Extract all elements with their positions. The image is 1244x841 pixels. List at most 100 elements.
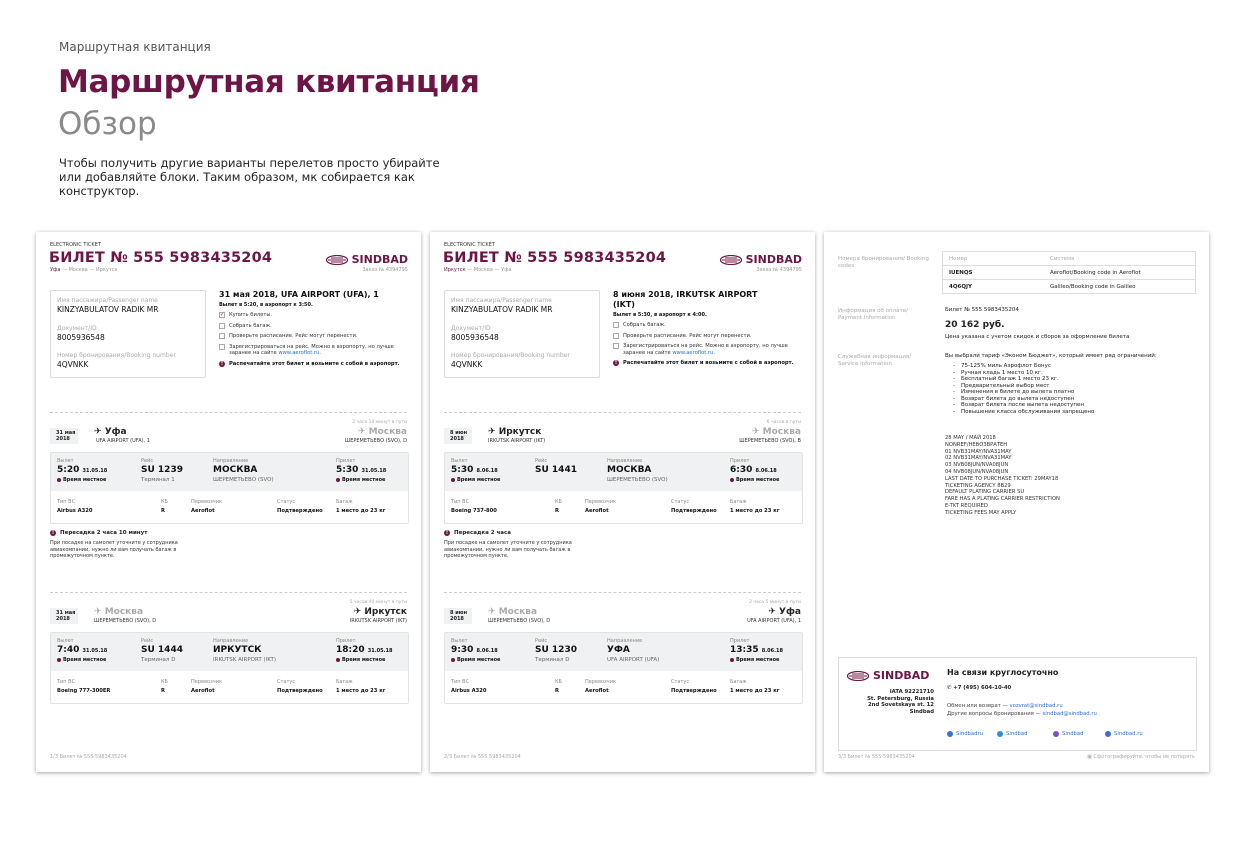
phone-number[interactable]: ✆ +7 (495) 604-10-40: [947, 685, 1011, 691]
tariff-restrictions: 75-125% миль Аэрофлот Бонус Ручная кладь…: [953, 363, 1094, 416]
photo-note: ▣ Сфотографируйте, чтобы не потерять: [1087, 754, 1195, 760]
contact-headline: На связи круглосуточно: [947, 668, 1059, 677]
electronic-ticket-label: ELECTRONIC TICKET: [50, 242, 101, 248]
checkbox[interactable]: [219, 333, 225, 339]
page-title: Маршрутная квитанция: [58, 64, 480, 100]
leg-to: ✈ Москва: [751, 427, 801, 437]
social-link-skype[interactable]: Sindbad: [997, 731, 1028, 737]
print-alert: ! Распечатайте этот билет и возьмите с со…: [219, 360, 400, 367]
aeroflot-link[interactable]: www.aeroflot.ru.: [278, 350, 321, 356]
wings-logo-icon: [847, 670, 869, 681]
ticket-number: БИЛЕТ № 555 5983435204: [49, 250, 273, 266]
skype-icon: [997, 731, 1003, 737]
todo-item[interactable]: Проверьте расписание. Рейс могут перенес…: [219, 333, 409, 340]
ticket-sheet-1: ELECTRONIC TICKET БИЛЕТ № 555 5983435204…: [36, 232, 421, 772]
social-link-website[interactable]: Sindbad.ru: [1105, 731, 1143, 737]
alert-icon: !: [50, 530, 56, 536]
plane-takeoff-icon: ✈: [94, 607, 105, 617]
alert-icon: !: [613, 360, 619, 366]
plane-takeoff-icon: ✈: [488, 427, 499, 437]
passenger-name: KINZYABULATOV RADIK MR: [451, 305, 553, 314]
leg-to: ✈ Уфа: [768, 607, 801, 617]
service-label: Служебная информация/ Service informatio…: [838, 354, 912, 367]
leg-date: 31 мая 2018: [50, 608, 78, 624]
checkbox[interactable]: [219, 322, 225, 329]
flight-segment: Вылет 5:20 31.05.18 Время местное Рейс S…: [50, 452, 409, 524]
sindbad-logo: SINDBAD: [847, 669, 929, 682]
page-footer: 1/3 Билет № 555 5983435204: [50, 754, 127, 760]
route-summary: Иркутск — Москва — Уфа: [444, 267, 512, 273]
todo-item[interactable]: Проверьте расписание. Рейс могут перенес…: [613, 332, 803, 340]
todo-item[interactable]: Зарегистрироваться на рейс. Можно в аэро…: [613, 343, 803, 356]
sindbad-logo: SINDBAD: [719, 253, 802, 266]
plane-takeoff-icon: ✈: [488, 607, 499, 617]
electronic-ticket-label: ELECTRONIC TICKET: [444, 242, 495, 248]
passenger-box: Имя пассажира/Passenger name KINZYABULAT…: [50, 290, 206, 378]
leg-date: 8 июн 2018: [444, 608, 472, 624]
todo-item[interactable]: Собрать багаж.: [219, 322, 409, 330]
table-row: 4Q6QJY Galileo/Booking code in Galileo: [943, 279, 1195, 293]
flight-segment: Вылет 7:40 31.05.18 Время местное Рейс S…: [50, 632, 409, 704]
booking-codes-label: Номера бронирования/ Booking codes: [838, 256, 929, 269]
support-email-link[interactable]: sindbad@sindbad.ru: [1043, 711, 1097, 717]
leg-from: ✈ Москва: [488, 607, 538, 617]
todo-item[interactable]: Зарегистрироваться на рейс. Можно в аэро…: [219, 343, 409, 357]
service-codes: 28 MAY / МАЙ 2018 NONREF/НЕВОЗВРАТЕН 01 …: [945, 435, 1060, 516]
checkbox[interactable]: ✓: [219, 312, 225, 318]
plane-landing-icon: ✈: [751, 427, 763, 437]
flight-segment: Вылет 9:30 8.06.18 Время местное Рейс SU…: [444, 632, 803, 704]
passenger-doc: 8005936548: [451, 333, 499, 342]
booking-codes-table: Номер Система IUENQS Aeroflot/Booking code…: [942, 251, 1196, 294]
contact-box: SINDBAD IATA 92221710 St. Petersburg, Ru…: [838, 657, 1197, 751]
info-sheet: Номера бронирования/ Booking codes Номер…: [824, 232, 1209, 772]
page-subtitle: Обзор: [58, 106, 157, 142]
passenger-doc: 8005936548: [57, 333, 105, 342]
checkbox[interactable]: [613, 332, 619, 339]
office-address: IATA 92221710 St. Petersburg, Russia 2nd…: [867, 689, 934, 715]
list-item: Повышение класса обслуживания запрещено: [953, 409, 1094, 416]
plane-takeoff-icon: ✈: [94, 427, 105, 437]
todo-item[interactable]: Собрать багаж.: [613, 322, 803, 329]
refund-email-link[interactable]: vozvrat@sindbad.ru: [1009, 703, 1062, 709]
leg-from: ✈ Уфа: [94, 427, 127, 437]
breadcrumb: Маршрутная квитанция: [59, 40, 211, 54]
sindbad-logo: SINDBAD: [325, 253, 408, 266]
wings-logo-icon: [325, 254, 348, 265]
route-summary: Уфа — Москва — Иркутск: [50, 267, 118, 273]
order-number: Заказ № 4394795: [362, 267, 408, 273]
leg-date: 31 мая 2018: [50, 428, 78, 444]
alert-icon: !: [219, 360, 225, 367]
page-footer: 3/3 Билет № 555 5983435204: [838, 754, 915, 760]
transfer-note: ! Пересадка 2 часа 10 минут При посадке н…: [50, 530, 178, 559]
todo-list: 8 июня 2018, IRKUTSK AIRPORT (IKT) Вылет…: [613, 290, 803, 367]
leg-from: ✈ Иркутск: [488, 427, 542, 437]
wings-logo-icon: [719, 254, 742, 265]
transfer-note: ! Пересадка 2 часа При посадке на самолет…: [444, 530, 572, 559]
ticket-sheet-2: ELECTRONIC TICKET БИЛЕТ № 555 5983435204…: [430, 232, 815, 772]
leg-to: ✈ Иркутск: [353, 607, 407, 617]
globe-icon: [1105, 731, 1111, 737]
payment-label: Информация об оплате/ Payment informatio…: [838, 308, 908, 321]
social-link-viber[interactable]: Sindbad: [1053, 731, 1084, 737]
passenger-name: KINZYABULATOV RADIK MR: [57, 305, 159, 314]
todo-list: 31 мая 2018, UFA AIRPORT (UFA), 1 Вылет …: [219, 290, 409, 367]
intro-text: Чтобы получить другие варианты перелетов…: [59, 156, 440, 198]
facebook-icon: [947, 731, 953, 737]
viber-icon: [1053, 731, 1059, 737]
leg-date: 8 июн 2018: [444, 428, 472, 444]
table-row: IUENQS Aeroflot/Booking code in Aeroflot: [943, 265, 1195, 279]
todo-item[interactable]: ✓ Купить билеты.: [219, 312, 409, 319]
plane-landing-icon: ✈: [357, 427, 369, 437]
leg-to: ✈ Москва: [357, 427, 407, 437]
leg-from: ✈ Москва: [94, 607, 144, 617]
booking-number: 4QVNKK: [451, 360, 483, 369]
checkbox[interactable]: [219, 343, 225, 350]
plane-landing-icon: ✈: [353, 607, 365, 617]
checkbox[interactable]: [613, 322, 619, 328]
order-number: Заказ № 4394795: [756, 267, 802, 273]
checkbox[interactable]: [613, 343, 619, 349]
aeroflot-link[interactable]: www.aeroflot.ru.: [672, 350, 715, 356]
social-link-facebook[interactable]: Sindbadru: [947, 731, 983, 737]
plane-landing-icon: ✈: [768, 607, 780, 617]
booking-number: 4QVNKK: [57, 360, 89, 369]
